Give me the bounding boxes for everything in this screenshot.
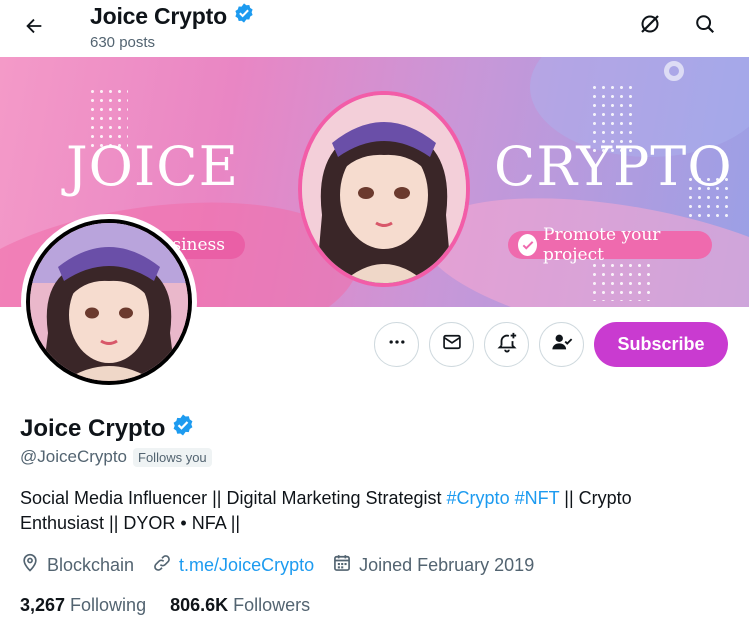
banner-dots xyxy=(590,261,650,301)
subscribe-button[interactable]: Subscribe xyxy=(594,322,728,367)
envelope-icon xyxy=(442,332,462,357)
website-item[interactable]: t.me/JoiceCrypto xyxy=(152,553,314,578)
notifications-button[interactable] xyxy=(484,322,529,367)
location-text: Blockchain xyxy=(47,555,135,575)
profile-bio: Social Media Influencer || Digital Marke… xyxy=(20,486,720,536)
grok-icon xyxy=(638,12,662,41)
banner-right-word: CRYPTO xyxy=(494,135,733,198)
message-button[interactable] xyxy=(429,322,474,367)
link-icon xyxy=(152,553,172,578)
following-button[interactable] xyxy=(539,322,584,367)
profile-name: Joice Crypto xyxy=(20,414,166,442)
joined-text: Joined February 2019 xyxy=(359,555,535,575)
person-check-icon xyxy=(551,331,573,358)
following-label: Following xyxy=(70,595,147,615)
profile-name-row: Joice Crypto xyxy=(20,413,195,444)
search-icon xyxy=(694,13,716,40)
following-stat[interactable]: 3,267 Following xyxy=(20,595,146,616)
follows-you-badge: Follows you xyxy=(133,447,212,467)
calendar-icon xyxy=(332,553,352,578)
banner-right-pill-text: Promote your project xyxy=(543,225,661,265)
verified-badge-icon xyxy=(233,2,255,30)
banner-ring xyxy=(664,61,684,81)
check-circle-icon xyxy=(518,234,538,256)
followers-label: Followers xyxy=(233,595,311,615)
profile-avatar[interactable] xyxy=(22,215,196,389)
bell-plus-icon xyxy=(496,331,518,358)
banner-right-pill: Promote your project xyxy=(508,225,712,265)
arrow-left-icon xyxy=(23,15,45,42)
profile-header: Joice Crypto 630 posts xyxy=(0,0,749,57)
joined-item: Joined February 2019 xyxy=(332,553,534,578)
followers-stat[interactable]: 806.6K Followers xyxy=(170,595,310,616)
profile-stats: 3,267 Following 806.6K Followers xyxy=(20,595,310,616)
banner-left-word: JOICE xyxy=(66,135,239,198)
hashtag-link[interactable]: #NFT xyxy=(515,488,560,508)
back-button[interactable] xyxy=(14,8,54,48)
search-button[interactable] xyxy=(685,6,725,46)
ellipsis-icon xyxy=(387,332,407,357)
grok-button[interactable] xyxy=(630,6,670,46)
post-count: 630 posts xyxy=(90,34,156,51)
website-link[interactable]: t.me/JoiceCrypto xyxy=(179,555,314,576)
header-name: Joice Crypto xyxy=(90,2,227,29)
following-count: 3,267 xyxy=(20,595,66,615)
location-pin-icon xyxy=(20,553,40,578)
profile-meta: Blockchain t.me/JoiceCrypto Joined Febru… xyxy=(20,553,534,578)
bio-text: Social Media Influencer || Digital Marke… xyxy=(20,488,447,508)
hashtag-link[interactable]: #Crypto xyxy=(447,488,510,508)
handle-row: @JoiceCrypto Follows you xyxy=(20,447,212,467)
location-item: Blockchain xyxy=(20,553,134,578)
verified-badge-icon[interactable] xyxy=(171,413,195,444)
header-title: Joice Crypto xyxy=(90,2,255,30)
profile-handle: @JoiceCrypto xyxy=(20,447,128,466)
more-button[interactable] xyxy=(374,322,419,367)
avatar-image xyxy=(30,223,188,381)
banner-portrait-image xyxy=(298,91,470,287)
followers-count: 806.6K xyxy=(170,595,229,615)
